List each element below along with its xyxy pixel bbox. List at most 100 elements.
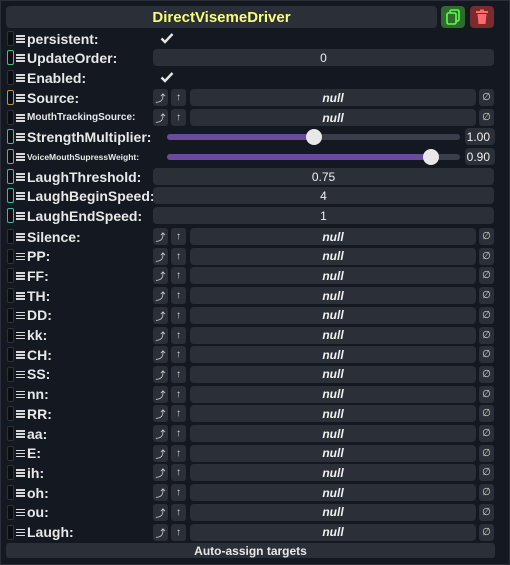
connector[interactable] [7, 288, 14, 304]
connector[interactable] [7, 90, 14, 105]
jump-to-button[interactable]: ⤴ [153, 365, 168, 383]
connector[interactable] [7, 70, 14, 85]
clear-button[interactable]: ∅ [479, 89, 494, 106]
arrow-up-button[interactable]: ↑ [171, 385, 186, 403]
drag-handle-icon[interactable] [16, 409, 25, 418]
jump-to-button[interactable]: ⤴ [153, 444, 168, 462]
clear-button[interactable]: ∅ [479, 523, 494, 541]
drag-handle-icon[interactable] [16, 211, 25, 220]
arrow-up-button[interactable]: ↑ [171, 503, 186, 521]
connector[interactable] [7, 524, 14, 540]
connector[interactable] [7, 504, 14, 520]
drag-handle-icon[interactable] [16, 468, 25, 477]
drag-handle-icon[interactable] [16, 390, 25, 399]
voice-mouth-supress-weight-slider[interactable] [167, 149, 460, 165]
drag-handle-icon[interactable] [16, 34, 25, 43]
connector[interactable] [7, 485, 14, 501]
connector[interactable] [7, 327, 14, 343]
connector[interactable] [7, 406, 14, 422]
duplicate-button[interactable] [441, 6, 465, 28]
connector[interactable] [7, 188, 14, 203]
connector[interactable] [7, 426, 14, 441]
drag-handle-icon[interactable] [16, 53, 25, 62]
jump-to-button[interactable]: ⤴ [153, 109, 168, 126]
jump-to-button[interactable]: ⤴ [153, 287, 168, 305]
connector[interactable] [7, 248, 14, 264]
connector[interactable] [7, 110, 14, 125]
clear-button[interactable]: ∅ [479, 306, 494, 324]
viseme-target-field[interactable]: null [190, 346, 476, 364]
arrow-up-button[interactable]: ↑ [171, 444, 186, 462]
arrow-up-button[interactable]: ↑ [171, 346, 186, 364]
arrow-up-button[interactable]: ↑ [171, 267, 186, 285]
jump-to-button[interactable]: ⤴ [153, 484, 168, 502]
jump-to-button[interactable]: ⤴ [153, 346, 168, 364]
strength-multiplier-slider[interactable] [167, 129, 460, 145]
drag-handle-icon[interactable] [16, 271, 25, 280]
laugh-end-speed-field[interactable]: 1 [153, 207, 494, 224]
viseme-target-field[interactable]: null [190, 365, 476, 383]
arrow-up-button[interactable]: ↑ [171, 464, 186, 482]
drag-handle-icon[interactable] [16, 152, 25, 161]
clear-button[interactable]: ∅ [479, 484, 494, 502]
jump-to-button[interactable]: ⤴ [153, 503, 168, 521]
clear-button[interactable]: ∅ [479, 109, 494, 126]
arrow-up-button[interactable]: ↑ [171, 425, 186, 442]
drag-handle-icon[interactable] [16, 93, 25, 102]
connector[interactable] [7, 31, 14, 46]
clear-button[interactable]: ∅ [479, 346, 494, 364]
viseme-target-field[interactable]: null [190, 326, 476, 344]
drag-handle-icon[interactable] [16, 488, 25, 497]
clear-button[interactable]: ∅ [479, 444, 494, 462]
connector[interactable] [7, 366, 14, 382]
connector[interactable] [7, 129, 14, 144]
connector[interactable] [7, 229, 14, 244]
clear-button[interactable]: ∅ [479, 228, 494, 245]
viseme-target-field[interactable]: null [190, 503, 476, 521]
jump-to-button[interactable]: ⤴ [153, 385, 168, 403]
enabled-checkbox[interactable] [159, 69, 175, 85]
mouth-tracking-source-field[interactable]: null [190, 109, 476, 126]
drag-handle-icon[interactable] [16, 449, 25, 458]
clear-button[interactable]: ∅ [479, 503, 494, 521]
clear-button[interactable]: ∅ [479, 267, 494, 285]
viseme-target-field[interactable]: null [190, 247, 476, 265]
connector[interactable] [7, 386, 14, 402]
jump-to-button[interactable]: ⤴ [153, 405, 168, 423]
connector[interactable] [7, 208, 14, 223]
drag-handle-icon[interactable] [16, 172, 25, 181]
connector[interactable] [7, 169, 14, 184]
clear-button[interactable]: ∅ [479, 425, 494, 442]
drag-handle-icon[interactable] [16, 113, 25, 122]
drag-handle-icon[interactable] [16, 508, 25, 517]
viseme-target-field[interactable]: null [190, 287, 476, 305]
connector[interactable] [7, 465, 14, 481]
jump-to-button[interactable]: ⤴ [153, 247, 168, 265]
arrow-up-button[interactable]: ↑ [171, 247, 186, 265]
strength-multiplier-value[interactable]: 1.00 [465, 128, 495, 145]
connector[interactable] [7, 347, 14, 363]
drag-handle-icon[interactable] [16, 528, 25, 537]
drag-handle-icon[interactable] [16, 232, 25, 241]
viseme-target-field[interactable]: null [190, 484, 476, 502]
laugh-threshold-field[interactable]: 0.75 [153, 168, 494, 185]
drag-handle-icon[interactable] [16, 191, 25, 200]
clear-button[interactable]: ∅ [479, 405, 494, 423]
arrow-up-button[interactable]: ↑ [171, 228, 186, 245]
connector[interactable] [7, 307, 14, 323]
arrow-up-button[interactable]: ↑ [171, 326, 186, 344]
drag-handle-icon[interactable] [16, 429, 25, 438]
connector[interactable] [7, 268, 14, 284]
viseme-target-field[interactable]: null [190, 425, 476, 442]
clear-button[interactable]: ∅ [479, 385, 494, 403]
voice-mouth-supress-weight-value[interactable]: 0.90 [465, 148, 495, 165]
arrow-up-button[interactable]: ↑ [171, 109, 186, 126]
viseme-target-field[interactable]: null [190, 464, 476, 482]
arrow-up-button[interactable]: ↑ [171, 365, 186, 383]
viseme-target-field[interactable]: null [190, 444, 476, 462]
clear-button[interactable]: ∅ [479, 464, 494, 482]
drag-handle-icon[interactable] [16, 311, 25, 320]
slider-knob[interactable] [422, 149, 439, 165]
viseme-target-field[interactable]: null [190, 405, 476, 423]
viseme-target-field[interactable]: null [190, 228, 476, 245]
